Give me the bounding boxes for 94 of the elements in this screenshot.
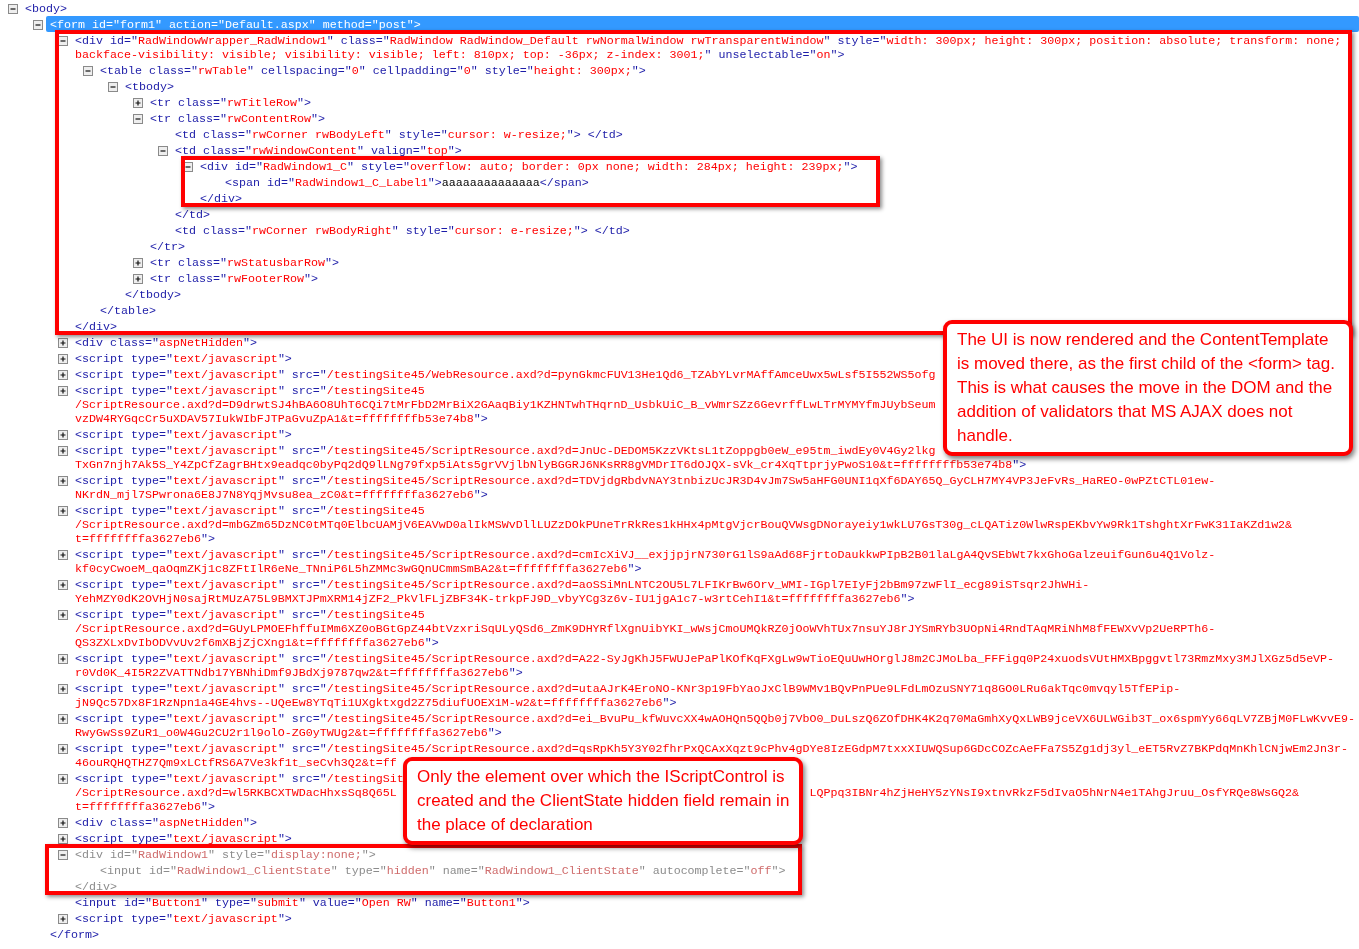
code-line[interactable]: /ScriptResource.axd?d=GUyLPMOEFhffuIMm6XZ0oBGtGpZ44btVzxriSqULyQSd6_ZmK9DHYRflXgnUibYKI_wWsjCmoUMQkRZ0jOoWVhTUx7nsuYJ8rJYSmRYb3UOpNi4RndTAqMRiNhM8fFEWXvVp2UeRPTh6- [75,622,1216,636]
plus-icon[interactable] [133,258,143,268]
plus-icon[interactable] [58,774,68,784]
code-line[interactable]: <script type="text/javascript" src="/testingSite45/ScriptResource.axd?d=TDVjdgRbdvNAY3tnbizUcJR3D4vJm7Sw5aHFG0UNI1qXf6DAY65Q_GyCLH7MY4VP3JeFvRs_HaREO-0wPZtCTL01ew- [75,474,1216,488]
closing-tag[interactable]: </table> [100,304,156,318]
plus-icon[interactable] [58,550,68,560]
plus-icon[interactable] [58,684,68,694]
code-line[interactable]: backface-visibility: visible; visibility: visible; left: 810px; top: -36px; z-index: 3001;" unselectable="on"> [75,48,845,62]
closing-tag[interactable]: </tr> [150,240,185,254]
minus-icon[interactable] [58,850,68,860]
plus-icon[interactable] [58,370,68,380]
plus-icon[interactable] [58,476,68,486]
code-line[interactable]: YehMZY0dK2OVHjN0sajRtMUzA75L9BMXTJPmXRM14jZF2_PkVlFLjZBF34K-trkpFJ9D_vbyYCg3z6v-IU1jgA1c7-w3rtCehI1&t=ffffffffa3627eb6"> [75,592,915,606]
code-line[interactable]: t=ffffffffa3627eb6"> [75,532,215,546]
code-line[interactable]: kf0cyCwoeM_qaOqmZKj1c8ZFtIlR6eNe_TNniP6L5hZMMc3wGQnUCmmSmBA2&t=ffffffffa3627eb6"> [75,562,642,576]
plus-icon[interactable] [58,714,68,724]
code-line[interactable]: <div id="RadWindowWrapper_RadWindow1" class="RadWindow RadWindow_Default rwNormalWindow rwTransparentWindow" style="width: 300px; height: 300px; position: absolute; transform: none; [75,34,1342,48]
callout-tooltip: Only the element over which the IScriptControl is created and the ClientState hidden field remain in the place of declaration [403,757,803,845]
code-line[interactable]: <script type="text/javascript" src="/testingSite45/ScriptResource.axd?d=aoSSiMnLNTC2OU5L7LFIKrBw6Orv_WMI-IGpl7EIyFj2bBm97zwFlI_ecg89iSTsqr2JhWHi- [75,578,1090,592]
code-line[interactable]: <input id="RadWindow1_ClientState" type="hidden" name="RadWindow1_ClientState" autocomplete="off"> [100,864,786,878]
code-line[interactable]: TxGn7njh7Ak5S_Y4ZpCfZagrBHtx9eadqc0byPq2dQ9lLNg79fxp5iAts5grVVjlbNlyBGGRJ6NKsRR8gVMDrIT6dOJQX-sVk_cr4XqTtprjyPwoS10&t=ffffffffb53e74b8"> [75,458,1027,472]
plus-icon[interactable] [58,430,68,440]
code-line[interactable]: <script type="text/javascript" src="/testingSite45 [75,504,425,518]
code-line[interactable]: /ScriptResource.axd?d=wl5RKBCXTWDacHhxsSq8Q65L [75,786,397,800]
code-line[interactable]: <tr class="rwFooterRow"> [150,272,318,286]
closing-tag[interactable]: </div> [75,880,117,894]
code-line[interactable]: <tr class="rwContentRow"> [150,112,325,126]
plus-icon[interactable] [58,338,68,348]
code-line[interactable]: <tr class="rwStatusbarRow"> [150,256,339,270]
minus-icon[interactable] [133,114,143,124]
code-line[interactable]: 46ouRQHQTHZ7Qm9xLCtfRS6A7Ve3kf1t_seCvh3Q2&t=ff [75,756,397,770]
code-line[interactable]: <script type="text/javascript"> [75,912,292,926]
plus-icon[interactable] [133,98,143,108]
code-line[interactable]: <table class="rwTable" cellspacing="0" cellpadding="0" style="height: 300px;"> [100,64,646,78]
code-line[interactable]: RwyGwSs9ZuR1_o0W4Gu2CU2r1l9olO-ZG0yTWUg2&t=ffffffffa3627eb6"> [75,726,502,740]
code-line[interactable]: <script type="text/javascript" src="/testingSite45/ScriptResource.axd?d=ei_BvuPu_kfWuvcXX4wAOHQn5QQb0j7VbO0_DuLszQ6ZOfDHK4K2q70MaGmhXyQxLWB9jceVX6ULWGib3T_ox6spmYy66qLV7ZBjM0FLwKvvE9- [75,712,1356,726]
minus-icon[interactable] [108,82,118,92]
code-line[interactable]: <script type="text/javascript" src="/testingSit [75,772,404,786]
code-line[interactable]: <script type="text/javascript" src="/testingSite45/ScriptResource.axd?d=qsRpKh5Y3Y02fhrPxQCAxXqzt9cPhv4gDYe8IzEGdpM7txxXIUWQSup6GDcCOZcAeFFa7S5Zg1dj3yl_eET5RvZ7BKPdqMnKhlCNjwEm2Jn3r- [75,742,1349,756]
code-line[interactable]: <script type="text/javascript" src="/testingSite45 [75,608,425,622]
code-line[interactable]: r0Vd0K_4I5R2ZVATTNdb17YBNhiDmf9JBdXj9787qw2&t=ffffffffa3627eb6"> [75,666,523,680]
code-line[interactable]: <input id="Button1" type="submit" value="Open RW" name="Button1"> [75,896,530,910]
plus-icon[interactable] [58,446,68,456]
plus-icon[interactable] [58,580,68,590]
closing-tag[interactable]: </form> [50,928,99,942]
plus-icon[interactable] [133,274,143,284]
code-line[interactable]: <td class="rwCorner rwBodyRight" style="cursor: e-resize;"> </td> [175,224,630,238]
code-line[interactable]: NKrdN_mjl7SPwrona6E8J7N8YqjMvsu8ea_zC0&t=ffffffffa3627eb6"> [75,488,488,502]
minus-icon[interactable] [158,146,168,156]
minus-icon[interactable] [58,36,68,46]
plus-icon[interactable] [58,744,68,754]
code-line[interactable]: <script type="text/javascript"> [75,832,292,846]
code-line[interactable]: t=ffffffffa3627eb6"> [75,800,215,814]
code-line[interactable]: <script type="text/javascript" src="/testingSite45/WebResource.axd?d=pynGkmcFUV13He1Qd6_TZAbYLvrMAffAmceUwx5wLsf5I552WS5ofg [75,368,936,382]
code-line[interactable]: <td class="rwWindowContent" valign="top"> [175,144,462,158]
code-line[interactable]: <script type="text/javascript" src="/testingSite45/ScriptResource.axd?d=cmIcXiVJ__exjjpjrN730rG1lS9aAd68FjrtoDaukkwPIpB2B01laLgA4QvSEbWt7kxGhoGalzeuifGun6u4Q1Volz- [75,548,1216,562]
plus-icon[interactable] [58,818,68,828]
code-line[interactable]: <tr class="rwTitleRow"> [150,96,311,110]
minus-icon[interactable] [183,162,193,172]
code-line[interactable]: QS3ZXLxDvIbODVvUv2f6mXBjZjCXng1&t=ffffffffa3627eb6"> [75,636,439,650]
plus-icon[interactable] [58,506,68,516]
code-line[interactable]: <script type="text/javascript"> [75,352,292,366]
code-line[interactable]: <script type="text/javascript" src="/testingSite45/ScriptResource.axd?d=A22-SyJgKhJ5FWUJePaPlKOfKqFXgLw9wTioEQuUwHOrglJ8m2CJMoLba_FFFigq0P24xuodsVUtHMXBpggvtl73RmzMxy3MJlXGz5d5eVP- [75,652,1335,666]
plus-icon[interactable] [58,354,68,364]
code-line[interactable]: <div id="RadWindow1" style="display:none;"> [75,848,376,862]
plus-icon[interactable] [58,834,68,844]
code-line[interactable]: LQPpq3IBNr4hZjHeHY5zYNsI9xtnvRkzF5dIvaO5hNrN4e1TAhgJruu_OsfYRQe8WsGQ2& [809,786,1300,800]
plus-icon[interactable] [58,914,68,924]
closing-tag[interactable]: </div> [200,192,242,206]
callout-tooltip: The UI is now rendered and the ContentTemplate is moved there, as the first child of the <form> tag. This is what causes the move in the DOM and the addition of validators that MS AJAX does not handle. [943,320,1353,456]
code-line[interactable]: <script type="text/javascript" src="/testingSite45/ScriptResource.axd?d=JnUc-DEDOM5KzzVKtsL1tZoppgb0eW_e95tm_iwdEy0V4Gy2lkg [75,444,936,458]
code-line[interactable]: <script type="text/javascript" src="/testingSite45/ScriptResource.axd?d=utaAJrK4EroNO-KNr3p19FbYaoJxClB9WMv1BQvPnPUe9LFdLmOzuSNY71q8GO0LRu6akTqc0mvqyl5TfEPip- [75,682,1181,696]
plus-icon[interactable] [58,386,68,396]
code-line[interactable]: /ScriptResource.axd?d=D9drwtSJ4hBA6O8UhT6CQi7tMrFbD2MrBiX2GAaqBiy1KZHNTwhTHqrnD_UsbkUiC_B_vWmrSZz6GevrffLwLTrMYMYfmJUybSeum [75,398,936,412]
plus-icon[interactable] [58,610,68,620]
code-line[interactable]: <div id="RadWindow1_C" style="overflow: auto; border: 0px none; width: 284px; height: 239px;"> [200,160,858,174]
code-line[interactable]: /ScriptResource.axd?d=mbGZm65DzNC0tMTq0ElbcUAMjV6EAVwD0alIkMSWvDllLUZzDOkPUneTrRkRes1kHHx4pMtgVjcrBouQVWsgDNorayeiy1wkLU7GsT30g_cLQATiz0WlwRspEKbvYw9Rk1TshghtXrFwK31IaKZd1w2& [75,518,1293,532]
code-line[interactable]: vzDW4RYGqcCr5uXDAV57IukWIbFJTPaGvuZpA1&t=ffffffffb53e74b8"> [75,412,488,426]
code-line[interactable]: <script type="text/javascript"> [75,428,292,442]
closing-tag[interactable]: </div> [75,320,117,334]
minus-icon[interactable] [83,66,93,76]
code-line[interactable]: <td class="rwCorner rwBodyLeft" style="cursor: w-resize;"> </td> [175,128,623,142]
plus-icon[interactable] [58,654,68,664]
code-line[interactable]: <script type="text/javascript" src="/testingSite45 [75,384,425,398]
code-line[interactable]: <tbody> [125,80,174,94]
closing-tag[interactable]: </tbody> [125,288,181,302]
code-line[interactable]: <body> [25,2,67,16]
code-line[interactable]: <div class="aspNetHidden"> [75,336,257,350]
closing-tag[interactable]: </td> [175,208,210,222]
code-line[interactable]: jN9Qc57Dx8F1RzNpn1a4GE4hvs--UQeEw8YTqTi1UXgktxgd2Z75diufUOEX1M-w2&t=ffffffffa3627eb6"> [75,696,677,710]
minus-icon[interactable] [33,20,43,30]
code-line[interactable]: <div class="aspNetHidden"> [75,816,257,830]
minus-icon[interactable] [8,4,18,14]
code-line[interactable]: <span id="RadWindow1_C_Label1">aaaaaaaaaaaaaa</span> [225,176,589,190]
